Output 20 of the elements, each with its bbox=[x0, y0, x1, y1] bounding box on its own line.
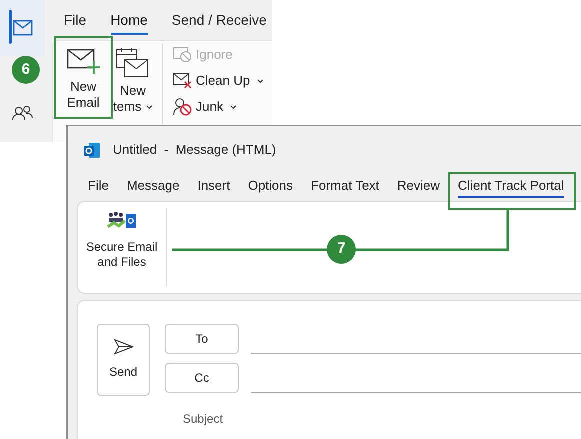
ribbon-tab[interactable]: Home bbox=[110, 10, 148, 34]
ribbon-tab[interactable]: File bbox=[64, 10, 87, 34]
window-title: Untitled - Message (HTML) bbox=[113, 141, 276, 160]
ribbon-tab[interactable]: Format Text bbox=[311, 176, 380, 198]
ribbon-tab[interactable]: Send / Receive bbox=[172, 10, 267, 34]
recipient-button[interactable]: To bbox=[165, 324, 239, 354]
ribbon-tab[interactable]: Message bbox=[126, 176, 180, 198]
secure-email-button[interactable]: Secure Email and Files bbox=[78, 202, 166, 293]
ribbon-button[interactable]: Junk bbox=[173, 97, 264, 117]
send-button[interactable]: Send bbox=[97, 324, 150, 396]
ribbon-tab[interactable]: Client Track Portal bbox=[458, 176, 564, 198]
ribbon-button[interactable]: Clean Up bbox=[173, 71, 264, 91]
ribbon-tab[interactable]: File bbox=[88, 176, 109, 198]
recipient-button[interactable]: Cc bbox=[165, 363, 239, 393]
subject-label: Subject bbox=[183, 411, 224, 428]
ribbon-button[interactable]: New Email bbox=[57, 39, 110, 115]
ribbon-button[interactable]: New tems bbox=[110, 39, 156, 115]
ribbon-tab[interactable]: Insert bbox=[198, 176, 230, 198]
ribbon-tab[interactable]: Options bbox=[248, 176, 294, 198]
ribbon-tab[interactable]: Review bbox=[397, 176, 440, 198]
